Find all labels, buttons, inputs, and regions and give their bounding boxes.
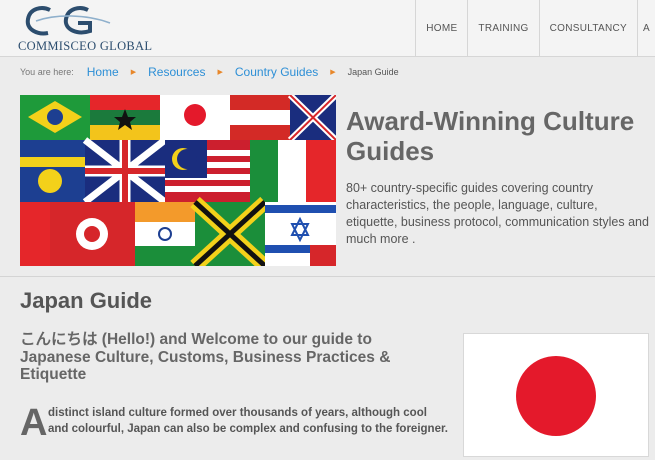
brand-name: COMMISCEO GLOBAL <box>18 39 153 53</box>
banner-title: Award-Winning Culture Guides <box>346 106 635 166</box>
breadcrumb-home[interactable]: Home <box>87 65 119 79</box>
nav-consultancy[interactable]: CONSULTANCY <box>538 0 637 57</box>
world-flags-icon <box>20 95 336 266</box>
intro-text: distinct island culture formed over thou… <box>48 407 449 435</box>
chevron-right-icon: ▶ <box>130 69 137 76</box>
logo[interactable]: COMMISCEO GLOBAL <box>6 2 156 54</box>
flags-banner-image <box>20 95 336 266</box>
chevron-right-icon: ▶ <box>217 69 223 76</box>
breadcrumb-resources[interactable]: Resources <box>148 65 205 79</box>
nav-about[interactable]: A <box>637 0 655 57</box>
nav-home[interactable]: HOME <box>415 0 467 57</box>
dropcap-letter: A <box>20 402 48 444</box>
page-title: Japan Guide <box>20 288 153 313</box>
breadcrumb-label: You are here: <box>20 67 74 77</box>
banner-description: 80+ country-specific guides covering cou… <box>346 181 649 246</box>
chevron-right-icon: ▶ <box>330 69 336 76</box>
site-header: COMMISCEO GLOBAL HOME TRAINING CONSULTAN… <box>0 0 655 57</box>
breadcrumb-country-guides[interactable]: Country Guides <box>235 65 318 79</box>
breadcrumb-current: Japan Guide <box>347 67 399 77</box>
section-divider <box>0 276 655 277</box>
breadcrumb: You are here: Home ▶ Resources ▶ Country… <box>20 64 399 80</box>
main-nav: HOME TRAINING CONSULTANCY A <box>415 0 655 57</box>
nav-training[interactable]: TRAINING <box>467 0 538 57</box>
japan-flag-icon <box>516 356 596 436</box>
welcome-heading: こんにちは (Hello!) and Welcome to our guide … <box>20 331 391 383</box>
japan-flag-image <box>463 333 649 457</box>
logo-mark-icon <box>25 6 111 36</box>
